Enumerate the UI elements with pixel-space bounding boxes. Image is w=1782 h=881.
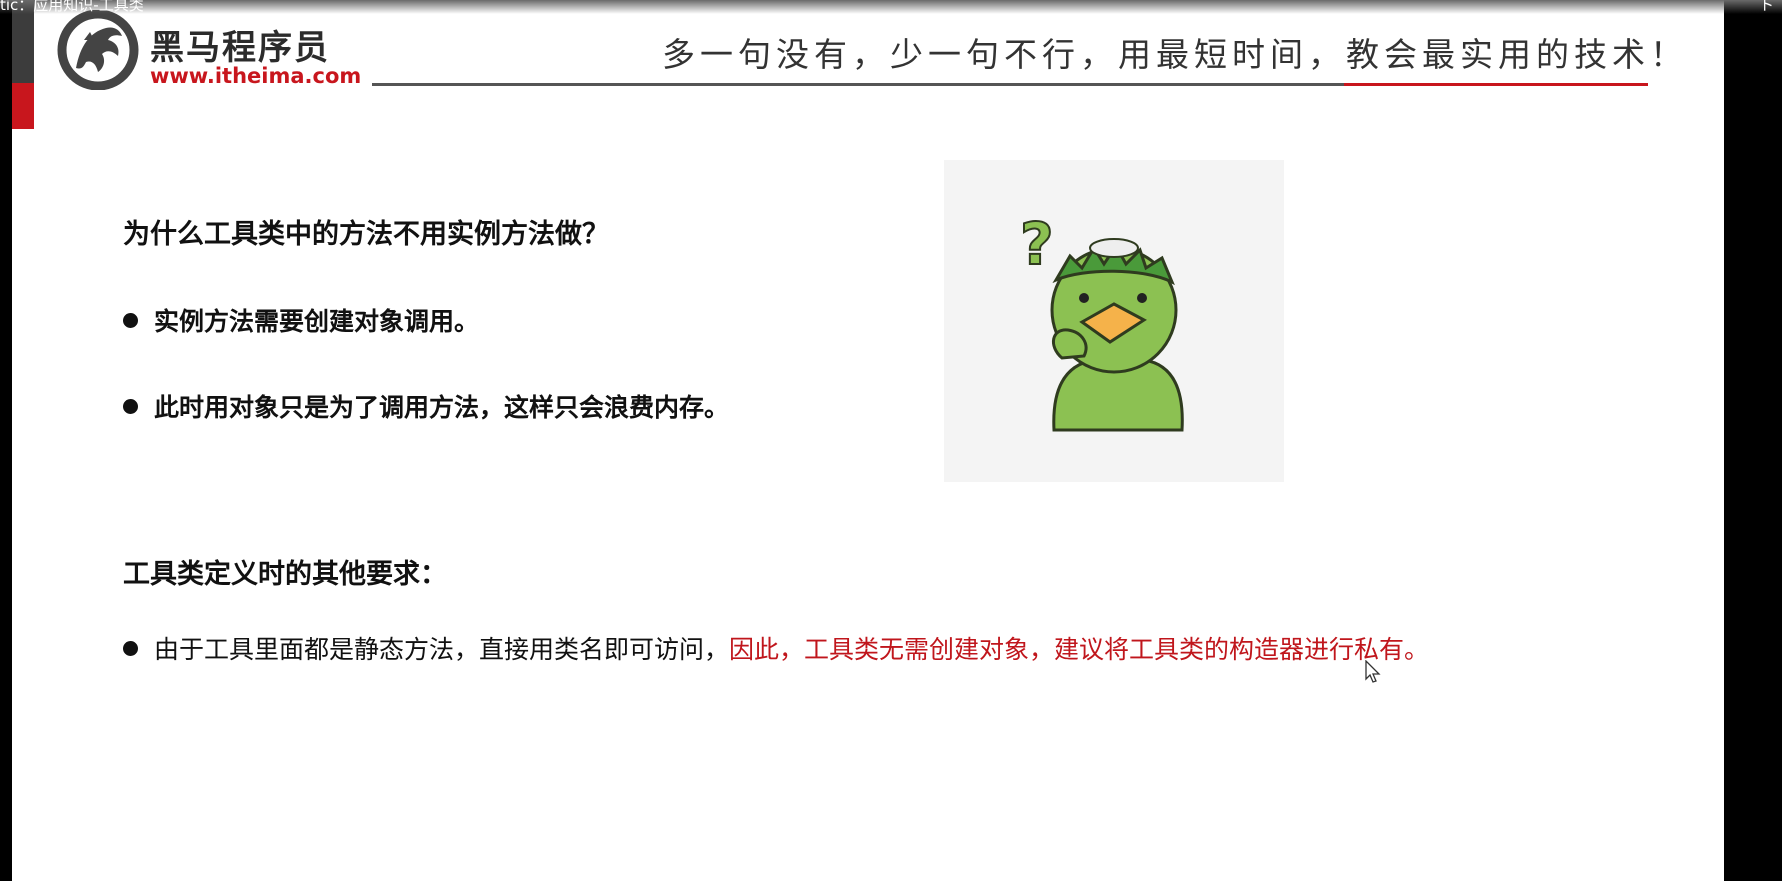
header-divider-accent (1344, 83, 1648, 86)
section2-heading: 工具类定义时的其他要求： (123, 559, 447, 590)
slide: 黑马程序员 www.itheima.com 多一句没有，少一句不行，用最短时间，… (12, 0, 1724, 881)
window-title: tic：应用知识-工具类 (0, 0, 144, 14)
logo: 黑马程序员 www.itheima.com (54, 10, 364, 90)
left-red-strip (12, 83, 34, 129)
window-title-bar (0, 0, 1782, 14)
bullet-text: 此时用对象只是为了调用方法，这样只会浪费内存。 (154, 393, 730, 422)
question-mark: ? (1020, 210, 1054, 278)
section1-heading: 为什么工具类中的方法不用实例方法做？ (123, 219, 609, 250)
bullet-icon (123, 398, 138, 414)
logo-text: 黑马程序员 (150, 28, 330, 68)
slogan: 多一句没有，少一句不行，用最短时间，教会最实用的技术！ (662, 35, 1688, 74)
list-item: 由于工具里面都是静态方法，直接用类名即可访问， 因此，工具类无需创建对象，建议将工… (123, 630, 1429, 666)
thinking-kappa-icon: ? (1019, 209, 1184, 432)
mouse-cursor-icon (1365, 660, 1381, 683)
bullet-icon (123, 312, 138, 328)
list-item: 实例方法需要创建对象调用。 (123, 302, 479, 338)
illustration: ? (944, 160, 1284, 482)
window-corner-mark: ト (1758, 0, 1774, 14)
logo-url: www.itheima.com (150, 64, 362, 88)
bullet-highlight: 因此，工具类无需创建对象，建议将工具类的构造器进行私有。 (729, 635, 1430, 664)
bullet-text: 实例方法需要创建对象调用。 (154, 307, 480, 336)
bullet-text: 由于工具里面都是静态方法，直接用类名即可访问， (154, 635, 730, 664)
horse-logo-icon (57, 10, 139, 90)
bullet-icon (123, 640, 138, 656)
header-divider (372, 83, 1344, 86)
list-item: 此时用对象只是为了调用方法，这样只会浪费内存。 (123, 388, 729, 424)
